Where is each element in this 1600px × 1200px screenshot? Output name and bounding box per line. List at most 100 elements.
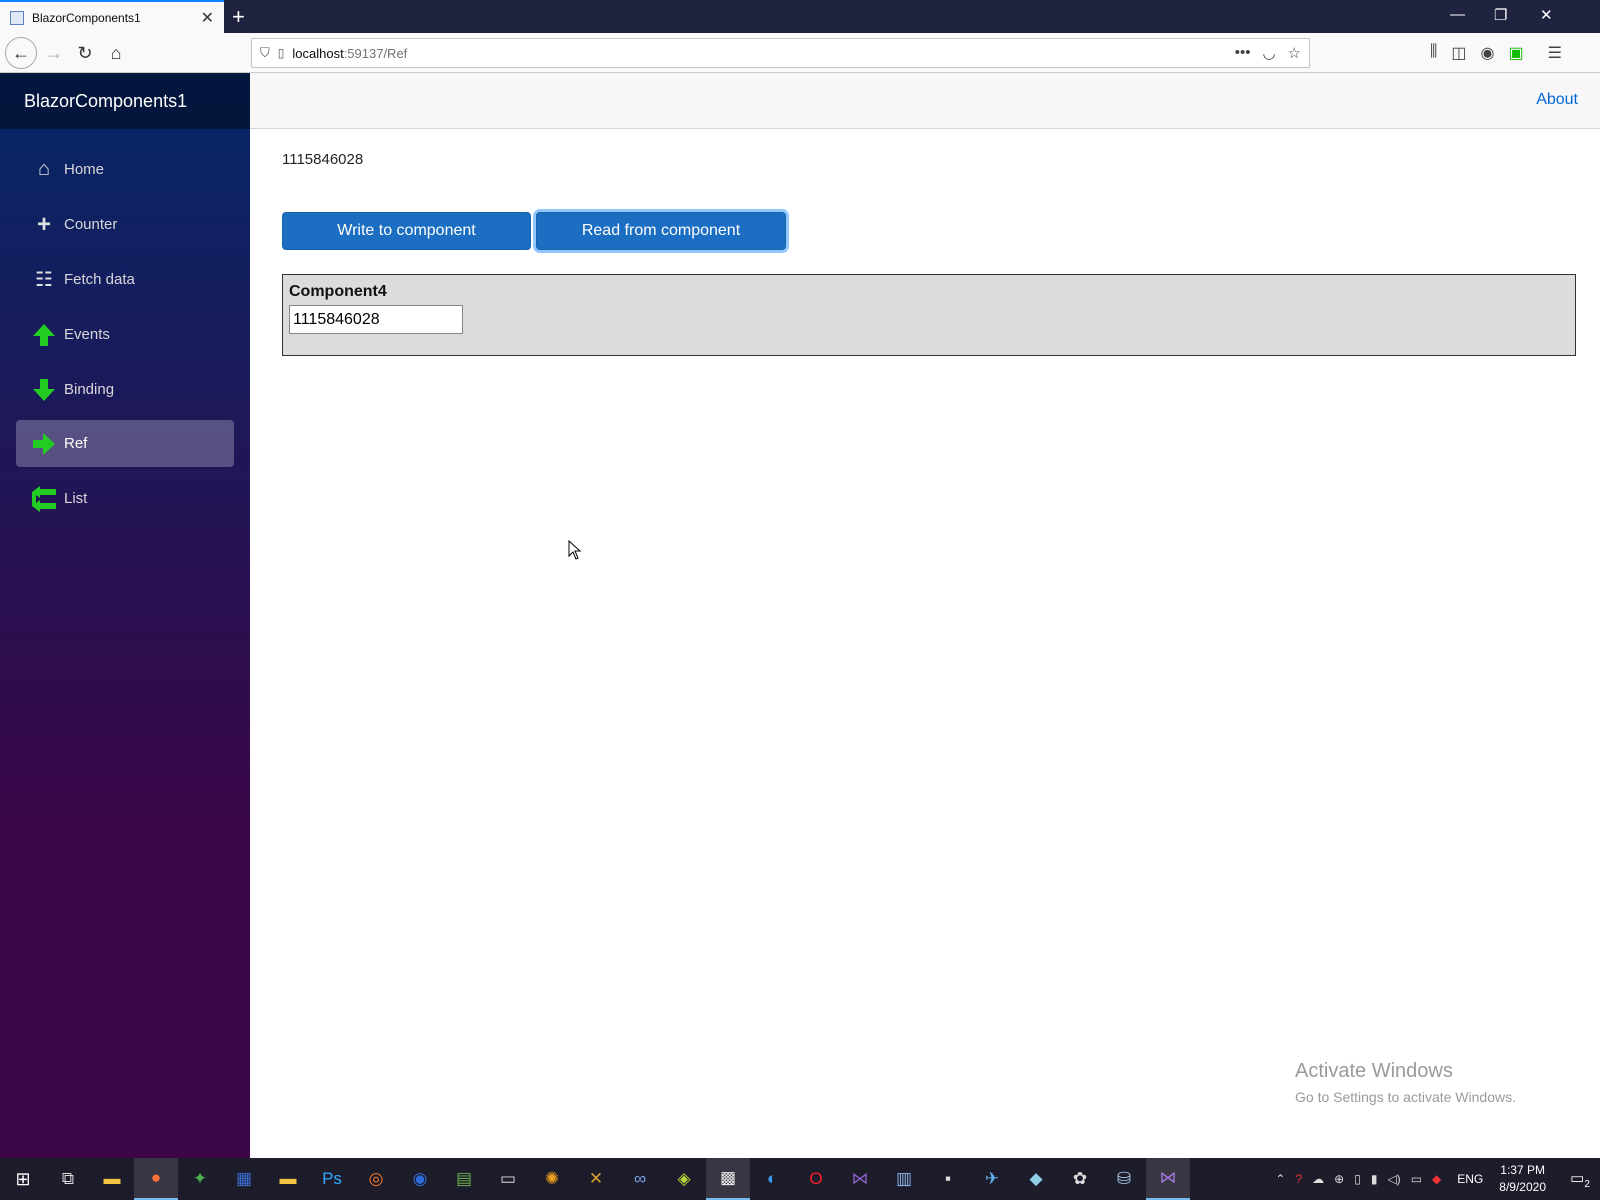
- sidebar-item-counter[interactable]: + Counter: [16, 201, 234, 248]
- page-info-icon[interactable]: ▯: [278, 46, 285, 60]
- chevron-up-icon[interactable]: ⌃: [1275, 1172, 1285, 1186]
- folder-icon[interactable]: ▬: [266, 1158, 310, 1200]
- pocket-icon[interactable]: ◡: [1262, 44, 1275, 62]
- about-link[interactable]: About: [1536, 91, 1578, 109]
- blender-icon[interactable]: ◎: [354, 1158, 398, 1200]
- app-icon[interactable]: ⛁: [1102, 1158, 1146, 1200]
- library-icon[interactable]: ⫼: [1430, 43, 1437, 63]
- app-icon[interactable]: ▪: [926, 1158, 970, 1200]
- clock[interactable]: 1:37 PM 8/9/2020: [1499, 1162, 1546, 1196]
- app-icon[interactable]: ◆: [1014, 1158, 1058, 1200]
- sidebar-item-events[interactable]: Events: [16, 311, 234, 358]
- app-icon[interactable]: ◈: [662, 1158, 706, 1200]
- notification-count: 2: [1584, 1178, 1590, 1190]
- system-tray: ⌃ ? ☁ ⊕ ▯ ▮ ◁) ▭ ◆ ENG 1:37 PM 8/9/2020 …: [1275, 1158, 1600, 1200]
- save-icon[interactable]: ▣: [1508, 43, 1523, 63]
- back-icon[interactable]: ←: [5, 37, 37, 69]
- app-icon[interactable]: ◐: [750, 1158, 794, 1200]
- tray-app-icon[interactable]: ▭: [1411, 1172, 1422, 1186]
- tray-app-icon[interactable]: ◆: [1432, 1172, 1441, 1186]
- home-icon: ⌂: [37, 158, 51, 180]
- browser-titlebar: BlazorComponents1 ✕ + — ❐ ✕: [0, 0, 1600, 33]
- sidebar-item-label: Counter: [64, 216, 118, 233]
- page-icon: [10, 10, 24, 25]
- sidebar-item-list[interactable]: List: [16, 475, 234, 522]
- arrow-down-icon: [24, 378, 64, 402]
- sidebar-item-fetch-data[interactable]: ☷ Fetch data: [16, 256, 234, 303]
- sidebar-item-label: Binding: [64, 381, 115, 398]
- reload-icon[interactable]: ↻: [71, 39, 99, 67]
- app-icon[interactable]: ▩: [706, 1158, 750, 1200]
- watermark-subtitle: Go to Settings to activate Windows.: [1295, 1089, 1516, 1105]
- more-actions-icon[interactable]: •••: [1235, 44, 1251, 62]
- read-from-component-button[interactable]: Read from component: [536, 212, 786, 250]
- url-bar[interactable]: ⛉ ▯ localhost:59137/Ref ••• ◡ ☆: [251, 38, 1310, 68]
- arrow-right-icon: [24, 432, 64, 456]
- terminal-icon[interactable]: ▭: [486, 1158, 530, 1200]
- url-host: localhost: [292, 45, 344, 61]
- watermark-title: Activate Windows: [1295, 1060, 1453, 1082]
- browser-tab[interactable]: BlazorComponents1 ✕: [0, 0, 224, 33]
- usb-icon[interactable]: ▮: [1371, 1172, 1378, 1186]
- plus-icon: +: [36, 210, 51, 238]
- language-indicator[interactable]: ENG: [1457, 1172, 1483, 1186]
- app-icon[interactable]: ✈: [970, 1158, 1014, 1200]
- clock-date: 8/9/2020: [1499, 1180, 1546, 1194]
- battery-icon[interactable]: ▯: [1354, 1172, 1361, 1186]
- menu-icon[interactable]: ☰: [1548, 43, 1562, 63]
- home-icon[interactable]: ⌂: [102, 39, 130, 67]
- tray-app-icon[interactable]: ☁: [1312, 1172, 1324, 1186]
- firefox-icon[interactable]: ●: [134, 1158, 178, 1200]
- app-icon[interactable]: ▦: [222, 1158, 266, 1200]
- write-to-component-button[interactable]: Write to component: [282, 212, 531, 250]
- sidebar-item-label: Events: [64, 326, 110, 343]
- app-icon[interactable]: ✦: [178, 1158, 222, 1200]
- sidebar-item-binding[interactable]: Binding: [16, 366, 234, 413]
- component-title: Component4: [289, 283, 387, 300]
- sidebar-item-home[interactable]: ⌂ Home: [16, 146, 234, 193]
- arrow-up-icon: [24, 323, 64, 347]
- app-icon[interactable]: ▥: [882, 1158, 926, 1200]
- sidebar-item-label: List: [64, 490, 88, 507]
- visual-studio-code-icon[interactable]: ⋈: [838, 1158, 882, 1200]
- photoshop-icon[interactable]: Ps: [310, 1158, 354, 1200]
- account-icon[interactable]: ◉: [1481, 43, 1495, 63]
- app-icon[interactable]: ✿: [1058, 1158, 1102, 1200]
- visual-studio-icon[interactable]: ⋈: [1146, 1158, 1190, 1200]
- sidebar-toggle-icon[interactable]: ◫: [1451, 43, 1466, 63]
- new-tab-icon[interactable]: +: [232, 4, 245, 30]
- windows-start-icon[interactable]: ⊞: [0, 1169, 46, 1190]
- task-view-icon[interactable]: ⧉: [46, 1158, 90, 1200]
- network-icon[interactable]: ⊕: [1334, 1172, 1344, 1186]
- notification-center-icon[interactable]: ▭2: [1560, 1169, 1600, 1190]
- component-box: Component4: [282, 274, 1576, 356]
- clock-time: 1:37 PM: [1500, 1163, 1545, 1177]
- activate-windows-watermark: Activate Windows Go to Settings to activ…: [1295, 1060, 1516, 1105]
- tools-icon[interactable]: ✕: [574, 1158, 618, 1200]
- minimize-icon[interactable]: —: [1450, 6, 1465, 23]
- help-icon[interactable]: ?: [1295, 1172, 1302, 1186]
- file-explorer-icon[interactable]: ▬: [90, 1158, 134, 1200]
- sidebar-item-label: Fetch data: [64, 271, 135, 288]
- volume-icon[interactable]: ◁): [1387, 1172, 1400, 1186]
- app-icon[interactable]: ✺: [530, 1158, 574, 1200]
- sidebar-item-label: Ref: [64, 435, 88, 452]
- sidebar-item-label: Home: [64, 161, 105, 178]
- app-icon[interactable]: ◉: [398, 1158, 442, 1200]
- close-tab-icon[interactable]: ✕: [201, 8, 214, 28]
- app-icon[interactable]: ∞: [618, 1158, 662, 1200]
- browser-navbar: ← → ↻ ⌂ ⛉ ▯ localhost:59137/Ref ••• ◡ ☆ …: [0, 33, 1600, 73]
- opera-icon[interactable]: O: [794, 1158, 838, 1200]
- brand-title[interactable]: BlazorComponents1: [0, 73, 250, 129]
- component-value-input[interactable]: [289, 305, 463, 334]
- app-icon[interactable]: ▤: [442, 1158, 486, 1200]
- ref-value-text: 1115846028: [282, 151, 364, 168]
- sidebar-item-ref[interactable]: Ref: [16, 420, 234, 467]
- taskbar: ⊞ ⧉ ▬ ● ✦ ▦ ▬ Ps ◎ ◉ ▤ ▭ ✺ ✕ ∞ ◈ ▩ ◐ O ⋈…: [0, 1158, 1600, 1200]
- forward-icon[interactable]: →: [40, 39, 68, 67]
- close-window-icon[interactable]: ✕: [1540, 6, 1553, 24]
- restore-icon[interactable]: ❐: [1494, 6, 1507, 24]
- url-path: :59137/Ref: [343, 45, 408, 61]
- bookmark-star-icon[interactable]: ☆: [1288, 44, 1301, 62]
- shield-icon[interactable]: ⛉: [260, 45, 270, 61]
